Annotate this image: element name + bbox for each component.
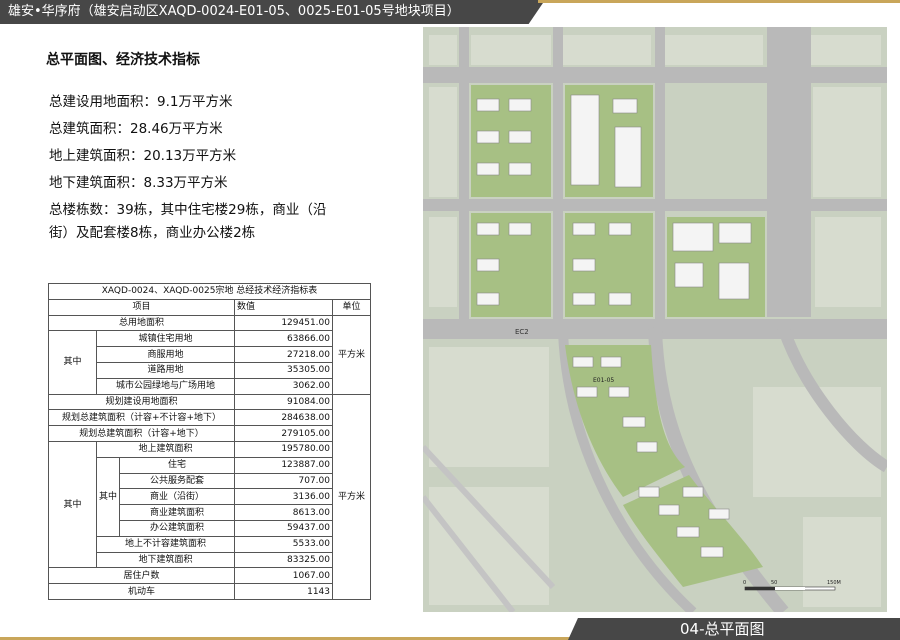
table-row: 其中 城镇住宅用地 63866.00 bbox=[48, 330, 371, 395]
table-row: 机动车 1143 辆 bbox=[48, 583, 371, 600]
indicator-table: XAQD-0024、XAQD-0025宗地 总经技术经济指标表 项目 数值 单位… bbox=[47, 283, 372, 600]
table-row: 总用地面积 129451.00 平方米 bbox=[48, 314, 372, 395]
metric-total-area: 总建筑面积：28.46万平方米 bbox=[49, 121, 223, 137]
group-qizhong-land: 其中 bbox=[48, 330, 97, 395]
scale-label-150: 150M bbox=[827, 580, 841, 586]
table-row: 城市公园绿地与广场用地 3062.00 bbox=[49, 377, 371, 395]
metric-buildings-line2: 街）及配套楼8栋，商业办公楼2栋 bbox=[49, 225, 256, 241]
table-caption-row: XAQD-0024、XAQD-0025宗地 总经技术经济指标表 bbox=[47, 283, 372, 300]
unit-sqm-land: 平方米 bbox=[331, 314, 372, 395]
scale-label-50: 50 bbox=[771, 580, 777, 586]
unit-sqm-building: 平方米 bbox=[331, 393, 372, 600]
page-label: 04-总平面图 bbox=[680, 620, 765, 638]
road-label: EC2 bbox=[515, 328, 529, 336]
metrics-list: 总建设用地面积：9.1万平方米 总建筑面积：28.46万平方米 地上建筑面积：2… bbox=[49, 89, 379, 245]
table-row: 其中 地上建筑面积 195780.00 bbox=[48, 440, 371, 569]
table-caption: XAQD-0024、XAQD-0025宗地 总经技术经济指标表 bbox=[47, 283, 372, 300]
table-header-row: 项目 数值 单位 bbox=[48, 298, 372, 316]
table-row: 商服用地 27218.00 bbox=[49, 346, 371, 363]
metric-land-area: 总建设用地面积：9.1万平方米 bbox=[49, 94, 233, 110]
header-bar: 雄安•华序府（雄安启动区XAQD-0024-E01-05、0025-E01-05… bbox=[0, 0, 900, 24]
site-plan-drawing: EC2 E01-05 0 50 150M bbox=[423, 27, 887, 612]
table-row: 居住户数 1067.00 bbox=[48, 567, 371, 585]
table-row: 规划建设用地面积 91084.00 平方米 bbox=[48, 393, 372, 600]
metric-buildings-line1: 总楼栋数：39栋，其中住宅楼29栋，商业（沿 bbox=[49, 202, 327, 218]
header-value: 数值 bbox=[234, 298, 333, 316]
footer-bar: 04-总平面图 bbox=[0, 618, 900, 640]
metric-above-area: 地上建筑面积：20.13万平方米 bbox=[49, 148, 237, 164]
table-row: 其中 住宅 123887.00 bbox=[49, 456, 371, 537]
table-row: 规划总建筑面积（计容+地下） 279105.00 bbox=[48, 425, 371, 442]
group-qizhong-area: 其中 bbox=[48, 440, 97, 569]
table-row: 道路用地 35305.00 bbox=[49, 361, 371, 379]
section-heading: 总平面图、经济技术指标 bbox=[46, 52, 200, 68]
header-gold-line bbox=[538, 0, 900, 3]
table-row: 规划总建筑面积（计容+不计容+地下） 284638.00 bbox=[48, 409, 371, 427]
plot-label: E01-05 bbox=[593, 377, 614, 384]
metric-under-area: 地下建筑面积：8.33万平方米 bbox=[49, 175, 228, 191]
header-item: 项目 bbox=[48, 298, 235, 316]
group-qizhong-above: 其中 bbox=[96, 456, 120, 537]
site-plan: EC2 E01-05 0 50 150M bbox=[423, 27, 887, 612]
page-title: 雄安•华序府（雄安启动区XAQD-0024-E01-05、0025-E01-05… bbox=[8, 4, 460, 19]
table-row: 地上不计容建筑面积 5533.00 bbox=[49, 535, 371, 553]
header-unit: 单位 bbox=[331, 298, 372, 316]
scale-label-0: 0 bbox=[743, 580, 746, 586]
table-row: 地下建筑面积 83325.00 bbox=[49, 551, 371, 569]
